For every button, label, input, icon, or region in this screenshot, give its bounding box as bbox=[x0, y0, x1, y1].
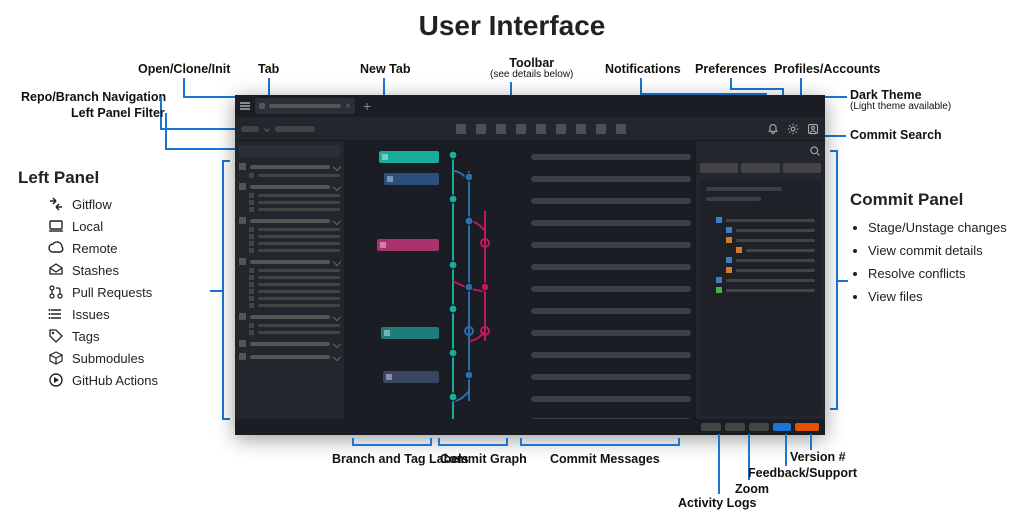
lp-section[interactable] bbox=[239, 256, 340, 267]
commit-message[interactable] bbox=[531, 198, 691, 204]
gear-icon[interactable] bbox=[787, 123, 799, 135]
bell-icon[interactable] bbox=[767, 123, 779, 135]
file-item[interactable] bbox=[706, 275, 815, 285]
anno-feedback: Feedback/Support bbox=[748, 466, 857, 480]
commit-message[interactable] bbox=[531, 374, 691, 380]
anno-tab: Tab bbox=[258, 62, 279, 76]
lp-section[interactable] bbox=[239, 161, 340, 172]
commit-message[interactable] bbox=[531, 396, 691, 402]
zoom-control[interactable] bbox=[725, 423, 745, 431]
tab-bar: × + bbox=[235, 95, 825, 117]
leg-remote: Remote bbox=[48, 240, 158, 256]
anno-commit-graph: Commit Graph bbox=[440, 452, 527, 466]
commit-message[interactable] bbox=[531, 286, 691, 292]
anno-profiles: Profiles/Accounts bbox=[774, 62, 880, 76]
left-panel bbox=[235, 141, 345, 419]
anno-activity-logs: Activity Logs bbox=[678, 496, 757, 510]
top-bar bbox=[235, 117, 825, 141]
commit-message[interactable] bbox=[531, 176, 691, 182]
file-item[interactable] bbox=[706, 215, 815, 225]
branch-label[interactable] bbox=[383, 371, 439, 383]
repo-tab[interactable]: × bbox=[255, 98, 355, 114]
new-tab-button[interactable]: + bbox=[359, 98, 375, 114]
file-item[interactable] bbox=[706, 285, 815, 295]
repo-branch-nav[interactable] bbox=[241, 126, 315, 132]
anno-preferences: Preferences bbox=[695, 62, 767, 76]
commit-message[interactable] bbox=[531, 418, 691, 419]
toolbar-button[interactable] bbox=[536, 124, 546, 134]
lp-section[interactable] bbox=[239, 215, 340, 226]
leg-issues: Issues bbox=[48, 306, 158, 322]
feedback-button[interactable] bbox=[773, 423, 791, 431]
toolbar-button[interactable] bbox=[556, 124, 566, 134]
search-icon[interactable] bbox=[809, 145, 821, 157]
leg-pr: Pull Requests bbox=[48, 284, 158, 300]
commit-message[interactable] bbox=[531, 308, 691, 314]
anno-commit-search: Commit Search bbox=[850, 128, 942, 142]
leg-actions: GitHub Actions bbox=[48, 372, 158, 388]
commit-message[interactable] bbox=[531, 352, 691, 358]
leg-gitflow: Gitflow bbox=[48, 196, 158, 212]
branch-label[interactable] bbox=[377, 239, 439, 251]
anno-dark-theme: Dark Theme (Light theme available) bbox=[850, 88, 951, 112]
toolbar-button[interactable] bbox=[596, 124, 606, 134]
commit-message[interactable] bbox=[531, 220, 691, 226]
leg-submodules: Submodules bbox=[48, 350, 158, 366]
commit-message[interactable] bbox=[531, 242, 691, 248]
commit-graph-panel bbox=[345, 141, 695, 419]
commit-search[interactable] bbox=[700, 145, 821, 157]
toolbar-button[interactable] bbox=[576, 124, 586, 134]
commit-message[interactable] bbox=[531, 330, 691, 336]
file-item[interactable] bbox=[706, 225, 815, 235]
lp-section[interactable] bbox=[239, 311, 340, 322]
anno-notifications: Notifications bbox=[605, 62, 681, 76]
version-badge[interactable] bbox=[795, 423, 819, 431]
commit-panel bbox=[695, 141, 825, 419]
menu-icon[interactable] bbox=[239, 100, 251, 112]
anno-version: Version # bbox=[790, 450, 846, 464]
commit-panel-tabs[interactable] bbox=[700, 163, 821, 177]
branch-label[interactable] bbox=[381, 327, 439, 339]
branch-label[interactable] bbox=[384, 173, 439, 185]
page-title: User Interface bbox=[0, 10, 1024, 42]
anno-toolbar: Toolbar (see details below) bbox=[490, 56, 573, 80]
toolbar bbox=[315, 124, 767, 134]
file-item[interactable] bbox=[706, 255, 815, 265]
file-item[interactable] bbox=[706, 235, 815, 245]
toolbar-button[interactable] bbox=[496, 124, 506, 134]
anno-repo-nav: Repo/Branch Navigation bbox=[21, 90, 166, 104]
toolbar-button[interactable] bbox=[516, 124, 526, 134]
file-item[interactable] bbox=[706, 245, 815, 255]
toolbar-button[interactable] bbox=[456, 124, 466, 134]
anno-zoom: Zoom bbox=[735, 482, 769, 496]
lp-section[interactable] bbox=[239, 351, 340, 362]
leg-tags: Tags bbox=[48, 328, 158, 344]
toolbar-button[interactable] bbox=[616, 124, 626, 134]
anno-open-clone: Open/Clone/Init bbox=[138, 62, 230, 76]
lp-section[interactable] bbox=[239, 338, 340, 349]
branch-label[interactable] bbox=[379, 151, 439, 163]
anno-new-tab: New Tab bbox=[360, 62, 410, 76]
status-bar bbox=[235, 419, 825, 435]
file-item[interactable] bbox=[706, 265, 815, 275]
app-window: × + bbox=[235, 95, 825, 435]
toolbar-button[interactable] bbox=[476, 124, 486, 134]
left-panel-legend: Left Panel Gitflow Local Remote Stashes … bbox=[48, 168, 158, 394]
user-icon[interactable] bbox=[807, 123, 819, 135]
left-panel-filter[interactable] bbox=[239, 145, 340, 157]
close-icon[interactable]: × bbox=[345, 101, 351, 112]
anno-commit-messages: Commit Messages bbox=[550, 452, 660, 466]
commit-message[interactable] bbox=[531, 154, 691, 160]
anno-filter: Left Panel Filter bbox=[71, 106, 165, 120]
lp-section[interactable] bbox=[239, 181, 340, 192]
activity-log-button[interactable] bbox=[701, 423, 721, 431]
leg-local: Local bbox=[48, 218, 158, 234]
commit-message[interactable] bbox=[531, 264, 691, 270]
leg-stashes: Stashes bbox=[48, 262, 158, 278]
commit-panel-legend: Commit Panel Stage/Unstage changes View … bbox=[850, 190, 1007, 312]
zoom-control[interactable] bbox=[749, 423, 769, 431]
